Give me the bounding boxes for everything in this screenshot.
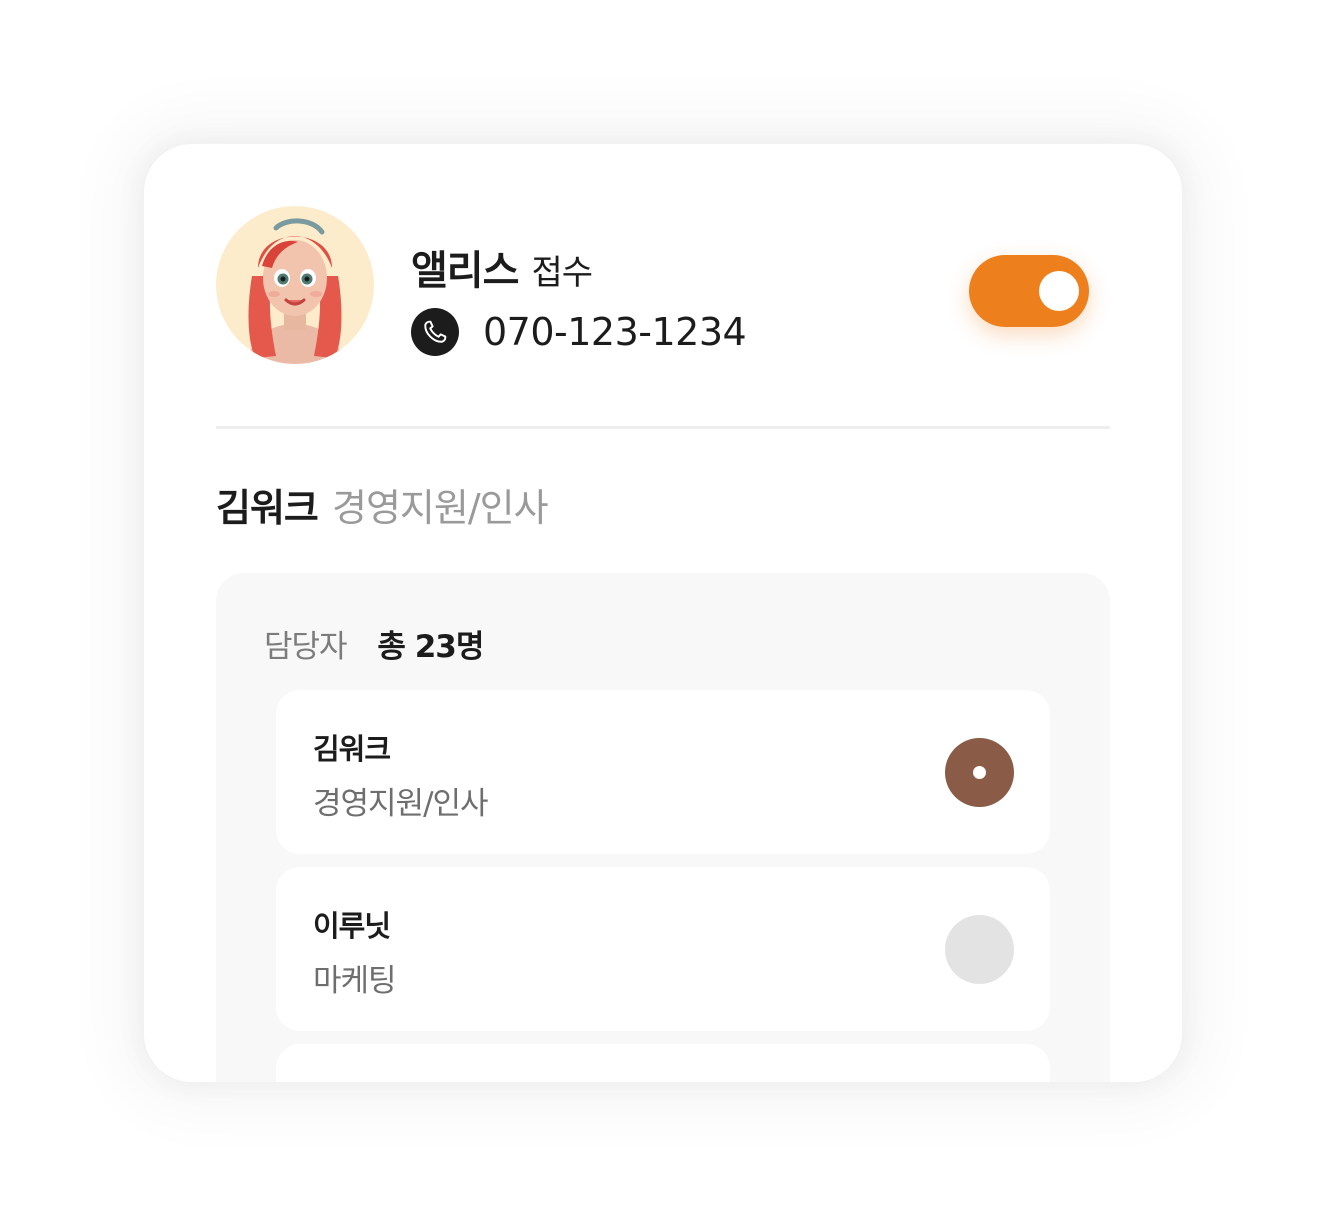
divider xyxy=(216,426,1110,429)
radio-unselected[interactable] xyxy=(945,915,1014,984)
radio-dot xyxy=(973,766,986,779)
radio-selected[interactable] xyxy=(945,738,1014,807)
phone-number: 070-123-1234 xyxy=(483,310,747,354)
profile-card: 앨리스 접수 070-123-1234 김워크 경영지원/인사 담당자 총 23… xyxy=(144,144,1182,1082)
contact-name-row: 앨리스 접수 xyxy=(411,238,594,296)
manager-count: 총 23명 xyxy=(377,629,484,665)
list-item-name: 이루닛 xyxy=(313,909,391,943)
manager-list-panel: 담당자 총 23명 김워크 경영지원/인사 이루닛 마케팅 xyxy=(216,573,1110,1082)
avatar xyxy=(216,206,374,364)
list-item[interactable]: 김워크 경영지원/인사 xyxy=(276,690,1050,854)
receive-toggle[interactable] xyxy=(969,255,1089,327)
avatar-illustration xyxy=(246,218,344,364)
toggle-knob xyxy=(1039,271,1079,311)
list-item-department: 마케팅 xyxy=(313,963,397,999)
selected-manager-name: 김워크 xyxy=(216,486,319,530)
list-item[interactable]: 이루닛 마케팅 xyxy=(276,867,1050,1031)
phone-row: 070-123-1234 xyxy=(411,308,747,356)
selected-manager: 김워크 경영지원/인사 xyxy=(216,477,549,532)
manager-list-header: 담당자 총 23명 xyxy=(264,621,484,666)
contact-status: 접수 xyxy=(531,253,594,293)
manager-list-label: 담당자 xyxy=(264,629,348,665)
phone-icon xyxy=(411,308,459,356)
contact-name: 앨리스 xyxy=(411,248,519,294)
selected-manager-department: 경영지원/인사 xyxy=(331,486,549,530)
list-item-name: 김워크 xyxy=(313,732,391,766)
list-item-department: 경영지원/인사 xyxy=(313,786,489,822)
list-item[interactable] xyxy=(276,1044,1050,1082)
